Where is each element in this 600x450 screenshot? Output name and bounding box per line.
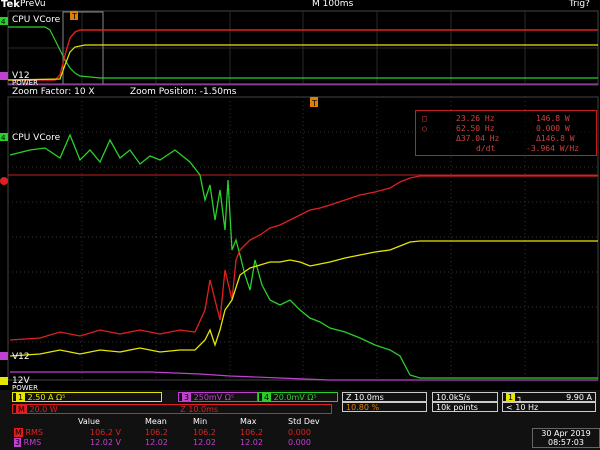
table-header-value: Value — [78, 417, 100, 426]
horizontal-position[interactable]: 10.80 % — [342, 402, 427, 412]
row1-value: 106.2 V — [90, 428, 121, 437]
math-time: Z 10.0ms — [180, 405, 219, 414]
math-scale-chip[interactable]: M 20.0 W Z 10.0ms — [12, 404, 332, 414]
ch2-zoom-marker — [0, 352, 8, 360]
ch3-scale: 250mV — [193, 393, 223, 402]
row1-badge: M — [14, 428, 23, 437]
row2-mean: 12.02 — [145, 438, 168, 447]
delta-freq: Δ37.04 Hz — [456, 134, 500, 143]
table-header-max: Max — [240, 417, 257, 426]
math-scale: 20.0 W — [29, 405, 58, 414]
row2-value: 12.02 V — [90, 438, 121, 447]
row2-stddev: 0.000 — [288, 438, 311, 447]
derivative-value: -3.964 W/Hz — [526, 144, 579, 153]
cursor-marker-1: □ — [422, 114, 427, 123]
record-length[interactable]: 10k points — [432, 402, 498, 412]
row1-min: 106.2 — [193, 428, 216, 437]
ch4-label-zoom: CPU VCore — [12, 133, 61, 143]
cursor1-freq: 23.26 Hz — [456, 114, 495, 123]
row1-mean: 106.2 — [145, 428, 168, 437]
ch3-scale-chip[interactable]: 3 250mV Ω⁵ — [178, 392, 258, 402]
horizontal-scale[interactable]: Z 10.0ms — [342, 392, 427, 402]
ch1-extra: Ω⁵ — [56, 393, 66, 402]
ch4-scale: 20.0mV — [273, 393, 305, 402]
zoom-factor-label: Zoom Factor: 10 X — [12, 87, 95, 97]
cursor-readout-box: □ 23.26 Hz 146.8 W ○ 62.50 Hz 0.000 W Δ3… — [415, 110, 597, 156]
delta-power: Δ146.8 W — [536, 134, 575, 143]
svg-text:4: 4 — [1, 134, 6, 142]
datetime-box: 30 Apr 2019 08:57:03 — [532, 428, 600, 448]
ch2-label-zoom: V12 — [12, 352, 30, 362]
cursor2-power: 0.000 W — [536, 124, 570, 133]
math-badge: M — [16, 405, 27, 414]
row2-badge: 3 — [14, 438, 22, 447]
zoom-position-label: Zoom Position: -1.50ms — [130, 87, 237, 97]
trigger-slope-icon: ┐ — [517, 393, 523, 402]
date-label: 30 Apr 2019 — [541, 429, 591, 438]
ch1-badge: 1 — [16, 393, 26, 402]
ch4-extra: Ω⁵ — [307, 393, 317, 402]
trigger-chip[interactable]: 1 ┐ 9.90 A — [502, 392, 596, 402]
row1-label: M RMS — [14, 428, 43, 437]
math-marker — [0, 177, 8, 185]
row2-min: 12.02 — [193, 438, 216, 447]
table-header-stddev: Std Dev — [288, 417, 320, 426]
ch3-extra: Ω⁵ — [224, 393, 235, 402]
table-header-min: Min — [193, 417, 208, 426]
table-header-mean: Mean — [145, 417, 167, 426]
ch4-scale-chip[interactable]: 4 20.0mV Ω⁵ — [258, 392, 338, 402]
scope-display[interactable]: T T 4 4 — [0, 0, 600, 390]
power-label-overview: POWER — [12, 79, 38, 87]
cursor-marker-2: ○ — [422, 124, 427, 133]
sample-rate[interactable]: 10.0kS/s — [432, 392, 498, 402]
bottom-settings-panel: 1 2.50 A Ω⁵ 3 250mV Ω⁵ 4 20.0mV Ω⁵ M 20.… — [0, 390, 600, 450]
trigger-frequency: < 10 Hz — [502, 402, 596, 412]
svg-text:4: 4 — [1, 18, 6, 26]
row1-stddev: 0.000 — [288, 428, 311, 437]
ch3-badge: 3 — [182, 393, 192, 402]
ch4-badge: 4 — [262, 393, 272, 402]
ch2-overview-marker — [0, 72, 8, 80]
cursor2-freq: 62.50 Hz — [456, 124, 495, 133]
time-label: 08:57:03 — [548, 438, 584, 447]
svg-text:T: T — [71, 12, 77, 21]
trigger-source-badge: 1 — [506, 393, 516, 402]
row1-max: 106.2 — [240, 428, 263, 437]
row2-label: 3 RMS — [14, 438, 42, 447]
ch1-scale: 2.50 A — [27, 393, 54, 402]
svg-text:T: T — [311, 99, 317, 108]
ch4-label-overview: CPU VCore — [12, 15, 61, 25]
ch1-zoom-marker — [0, 377, 8, 385]
row2-max: 12.02 — [240, 438, 263, 447]
derivative-label: d/dt — [476, 144, 496, 153]
ch1-scale-chip[interactable]: 1 2.50 A Ω⁵ — [12, 392, 162, 402]
cursor1-power: 146.8 W — [536, 114, 570, 123]
